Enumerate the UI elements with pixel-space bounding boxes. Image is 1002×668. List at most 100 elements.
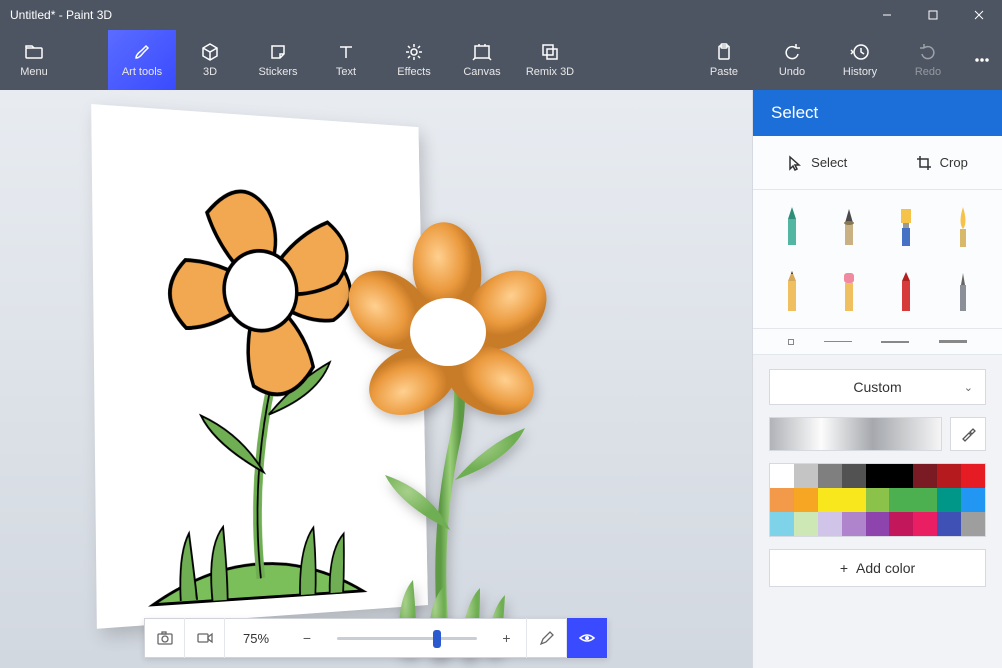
text-label: Text: [336, 66, 356, 78]
pencil-icon: [539, 630, 555, 646]
folder-icon: [24, 42, 44, 62]
crop-tool-label: Crop: [940, 155, 968, 170]
eraser-brush[interactable]: [826, 266, 873, 316]
current-color-swatch[interactable]: [769, 417, 942, 451]
canvas-button[interactable]: Canvas: [448, 30, 516, 90]
minimize-button[interactable]: [864, 0, 910, 30]
zoom-out-button[interactable]: −: [287, 618, 327, 658]
cursor-icon: [787, 155, 803, 171]
material-dropdown-label: Custom: [853, 379, 901, 395]
color-swatch[interactable]: [818, 488, 842, 512]
marker-brush[interactable]: [769, 202, 816, 252]
zoom-percent: 75%: [225, 631, 287, 646]
brush-grid: [753, 190, 1002, 329]
current-color-row: [769, 417, 986, 451]
paste-label: Paste: [710, 66, 738, 78]
3d-label: 3D: [203, 66, 217, 78]
color-swatch[interactable]: [961, 464, 985, 488]
thickness-4[interactable]: [939, 340, 967, 343]
thickness-1[interactable]: [788, 339, 794, 345]
crop-tool[interactable]: Crop: [902, 149, 982, 177]
window-titlebar: Untitled* - Paint 3D: [0, 0, 1002, 30]
color-swatch[interactable]: [937, 512, 961, 536]
3d-button[interactable]: 3D: [176, 30, 244, 90]
zoom-in-button[interactable]: +: [487, 618, 527, 658]
add-color-button[interactable]: + Add color: [769, 549, 986, 587]
watercolor-brush[interactable]: [939, 202, 986, 252]
more-icon: [972, 50, 992, 70]
maximize-button[interactable]: [910, 0, 956, 30]
undo-button[interactable]: Undo: [758, 30, 826, 90]
flower-3d-object[interactable]: [305, 180, 575, 668]
camera-button[interactable]: [145, 618, 185, 658]
color-swatch[interactable]: [842, 512, 866, 536]
more-button[interactable]: [962, 30, 1002, 90]
thickness-3[interactable]: [881, 341, 909, 343]
crop-icon: [916, 155, 932, 171]
color-swatch[interactable]: [794, 488, 818, 512]
remix-3d-button[interactable]: Remix 3D: [516, 30, 584, 90]
color-swatch[interactable]: [913, 512, 937, 536]
record-button[interactable]: [185, 618, 225, 658]
panel-body: Custom ⌄ + Add color: [753, 355, 1002, 601]
color-swatch[interactable]: [889, 464, 913, 488]
thickness-2[interactable]: [824, 341, 852, 342]
color-swatch[interactable]: [961, 512, 985, 536]
close-button[interactable]: [956, 0, 1002, 30]
pixel-pen-brush[interactable]: [939, 266, 986, 316]
select-tool[interactable]: Select: [773, 149, 861, 177]
color-swatch[interactable]: [889, 512, 913, 536]
color-swatch[interactable]: [937, 488, 961, 512]
color-swatch[interactable]: [913, 464, 937, 488]
color-swatch[interactable]: [842, 488, 866, 512]
color-swatch[interactable]: [770, 464, 794, 488]
redo-label: Redo: [915, 66, 941, 78]
history-button[interactable]: History: [826, 30, 894, 90]
side-panel: Select Select Crop: [752, 90, 1002, 668]
zoom-toolbar: 75% − +: [144, 618, 608, 658]
stickers-label: Stickers: [258, 66, 297, 78]
oil-brush[interactable]: [883, 202, 930, 252]
undo-icon: [782, 42, 802, 62]
stickers-button[interactable]: Stickers: [244, 30, 312, 90]
thickness-selector[interactable]: [753, 329, 1002, 355]
color-swatch[interactable]: [794, 464, 818, 488]
color-swatch[interactable]: [866, 512, 890, 536]
material-dropdown[interactable]: Custom ⌄: [769, 369, 986, 405]
color-swatch[interactable]: [961, 488, 985, 512]
history-label: History: [843, 66, 877, 78]
redo-button[interactable]: Redo: [894, 30, 962, 90]
panel-title: Select: [753, 90, 1002, 136]
effects-button[interactable]: Effects: [380, 30, 448, 90]
text-button[interactable]: Text: [312, 30, 380, 90]
color-swatch[interactable]: [889, 488, 913, 512]
eye-icon: [578, 629, 596, 647]
color-swatch[interactable]: [818, 464, 842, 488]
redo-icon: [918, 42, 938, 62]
menu-button[interactable]: Menu: [0, 30, 68, 90]
color-swatch[interactable]: [794, 512, 818, 536]
zoom-slider[interactable]: [327, 637, 487, 640]
window-buttons: [864, 0, 1002, 30]
canvas-workspace[interactable]: 75% − +: [0, 90, 752, 668]
color-swatch[interactable]: [937, 464, 961, 488]
color-swatch[interactable]: [842, 464, 866, 488]
view-mode-button[interactable]: [567, 618, 607, 658]
art-tools-button[interactable]: Art tools: [108, 30, 176, 90]
color-palette: [769, 463, 986, 537]
color-swatch[interactable]: [818, 512, 842, 536]
calligraphy-brush[interactable]: [826, 202, 873, 252]
color-swatch[interactable]: [866, 464, 890, 488]
crayon-brush[interactable]: [883, 266, 930, 316]
eyedropper-button[interactable]: [950, 417, 986, 451]
paste-button[interactable]: Paste: [690, 30, 758, 90]
color-swatch[interactable]: [770, 488, 794, 512]
color-swatch[interactable]: [913, 488, 937, 512]
video-icon: [196, 629, 214, 647]
text-icon: [336, 42, 356, 62]
pencil-brush[interactable]: [769, 266, 816, 316]
color-swatch[interactable]: [770, 512, 794, 536]
edit-mode-button[interactable]: [527, 618, 567, 658]
color-swatch[interactable]: [866, 488, 890, 512]
chevron-down-icon: ⌄: [964, 381, 973, 394]
